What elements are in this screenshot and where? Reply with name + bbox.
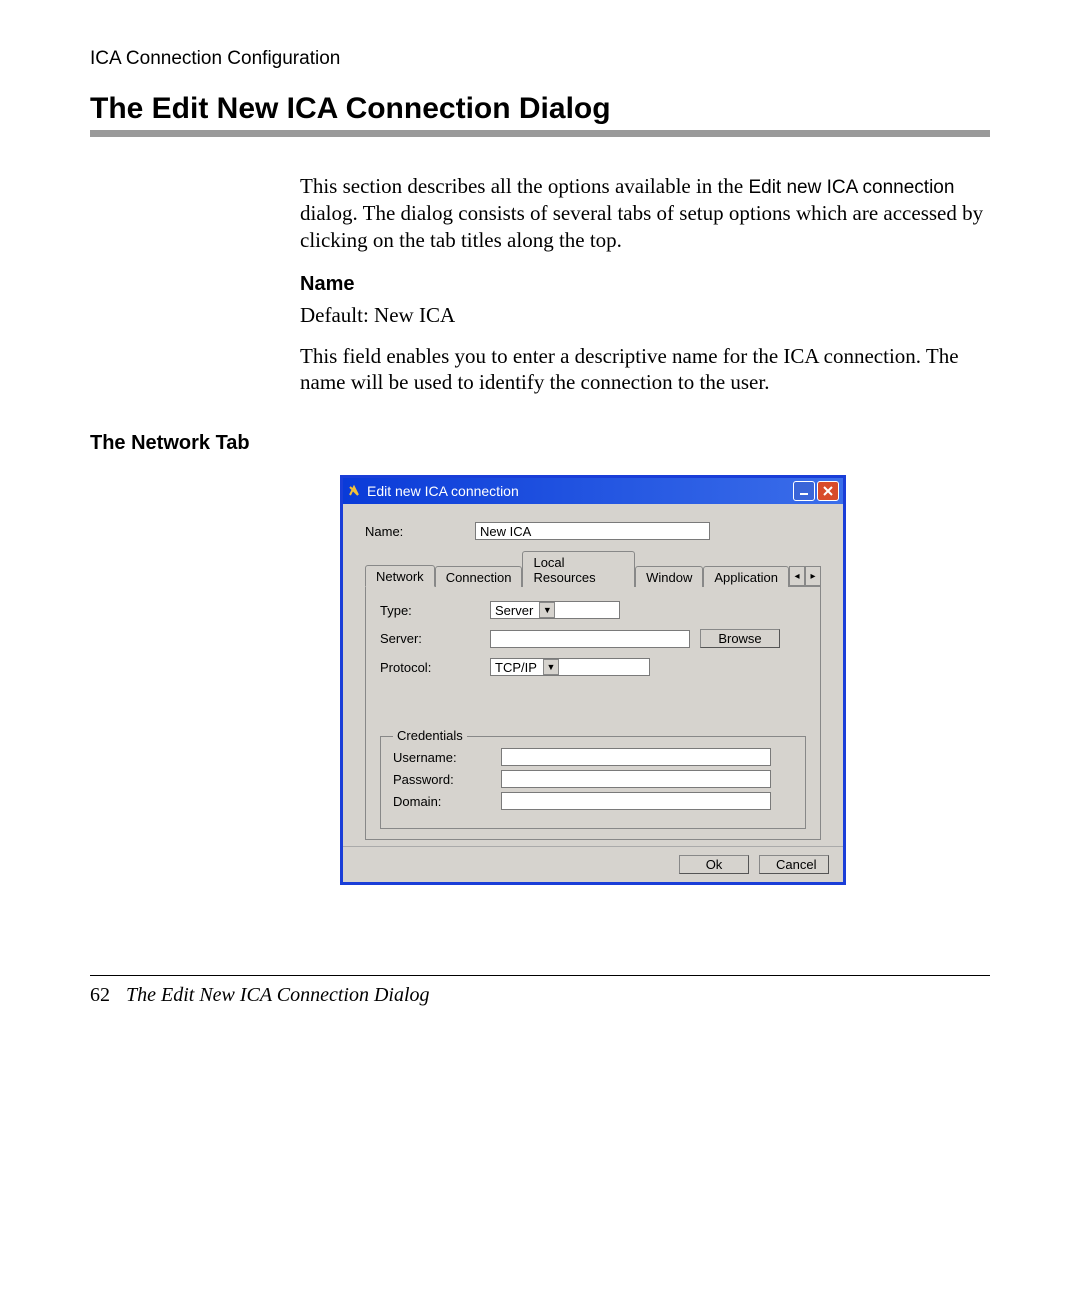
- chevron-down-icon: ▼: [543, 659, 559, 675]
- cancel-button[interactable]: Cancel: [759, 855, 829, 874]
- username-label: Username:: [393, 750, 501, 765]
- intro-post: dialog. The dialog consists of several t…: [300, 201, 983, 252]
- intro-paragraph: This section describes all the options a…: [300, 173, 990, 254]
- name-default: Default: New ICA: [300, 302, 990, 329]
- type-value: Server: [495, 603, 533, 618]
- ok-button[interactable]: Ok: [679, 855, 749, 874]
- heading-rule: [90, 130, 990, 137]
- page-title: The Edit New ICA Connection Dialog: [90, 92, 990, 126]
- page-footer: 62 The Edit New ICA Connection Dialog: [90, 984, 990, 1007]
- dialog-screenshot: Edit new ICA connection Name: Network Co…: [340, 475, 990, 885]
- password-label: Password:: [393, 772, 501, 787]
- network-panel: Type: Server ▼ Server: Browse Protocol:: [365, 587, 821, 840]
- app-icon: [347, 484, 361, 498]
- running-header: ICA Connection Configuration: [90, 48, 990, 70]
- name-label: Name:: [365, 524, 475, 539]
- footer-text: The Edit New ICA Connection Dialog: [126, 984, 430, 1006]
- tab-bar: Network Connection Local Resources Windo…: [365, 550, 821, 587]
- dialog-title: Edit new ICA connection: [367, 483, 791, 499]
- close-button[interactable]: [817, 481, 839, 501]
- dialog-body: Name: Network Connection Local Resources…: [343, 504, 843, 846]
- browse-button[interactable]: Browse: [700, 629, 780, 648]
- intro-code: Edit new ICA connection: [748, 177, 954, 198]
- domain-label: Domain:: [393, 794, 501, 809]
- page-number: 62: [90, 984, 110, 1006]
- type-label: Type:: [380, 603, 490, 618]
- minimize-button[interactable]: [793, 481, 815, 501]
- tab-window[interactable]: Window: [635, 566, 703, 587]
- credentials-legend: Credentials: [393, 728, 467, 743]
- domain-input[interactable]: [501, 792, 771, 810]
- titlebar[interactable]: Edit new ICA connection: [343, 478, 843, 504]
- tab-application[interactable]: Application: [703, 566, 789, 587]
- name-subheading: Name: [300, 272, 990, 298]
- protocol-select[interactable]: TCP/IP ▼: [490, 658, 650, 676]
- username-input[interactable]: [501, 748, 771, 766]
- intro-pre: This section describes all the options a…: [300, 174, 748, 198]
- protocol-label: Protocol:: [380, 660, 490, 675]
- dialog-footer: Ok Cancel: [343, 846, 843, 882]
- type-select[interactable]: Server ▼: [490, 601, 620, 619]
- credentials-group: Credentials Username: Password: Domain:: [380, 736, 806, 829]
- dialog-window: Edit new ICA connection Name: Network Co…: [340, 475, 846, 885]
- tab-local-resources[interactable]: Local Resources: [522, 551, 635, 587]
- tabs-scroll-right[interactable]: ▸: [805, 566, 821, 586]
- name-description: This field enables you to enter a descri…: [300, 343, 990, 397]
- intro-block: This section describes all the options a…: [300, 173, 990, 396]
- tabs-scroll-left[interactable]: ◂: [789, 566, 805, 586]
- password-input[interactable]: [501, 770, 771, 788]
- server-input[interactable]: [490, 630, 690, 648]
- chevron-down-icon: ▼: [539, 602, 555, 618]
- footer-rule: [90, 975, 990, 976]
- protocol-value: TCP/IP: [495, 660, 537, 675]
- name-input[interactable]: [475, 522, 710, 540]
- tab-connection[interactable]: Connection: [435, 566, 523, 587]
- tab-network[interactable]: Network: [365, 565, 435, 587]
- server-label: Server:: [380, 631, 490, 646]
- network-tab-heading: The Network Tab: [90, 432, 990, 455]
